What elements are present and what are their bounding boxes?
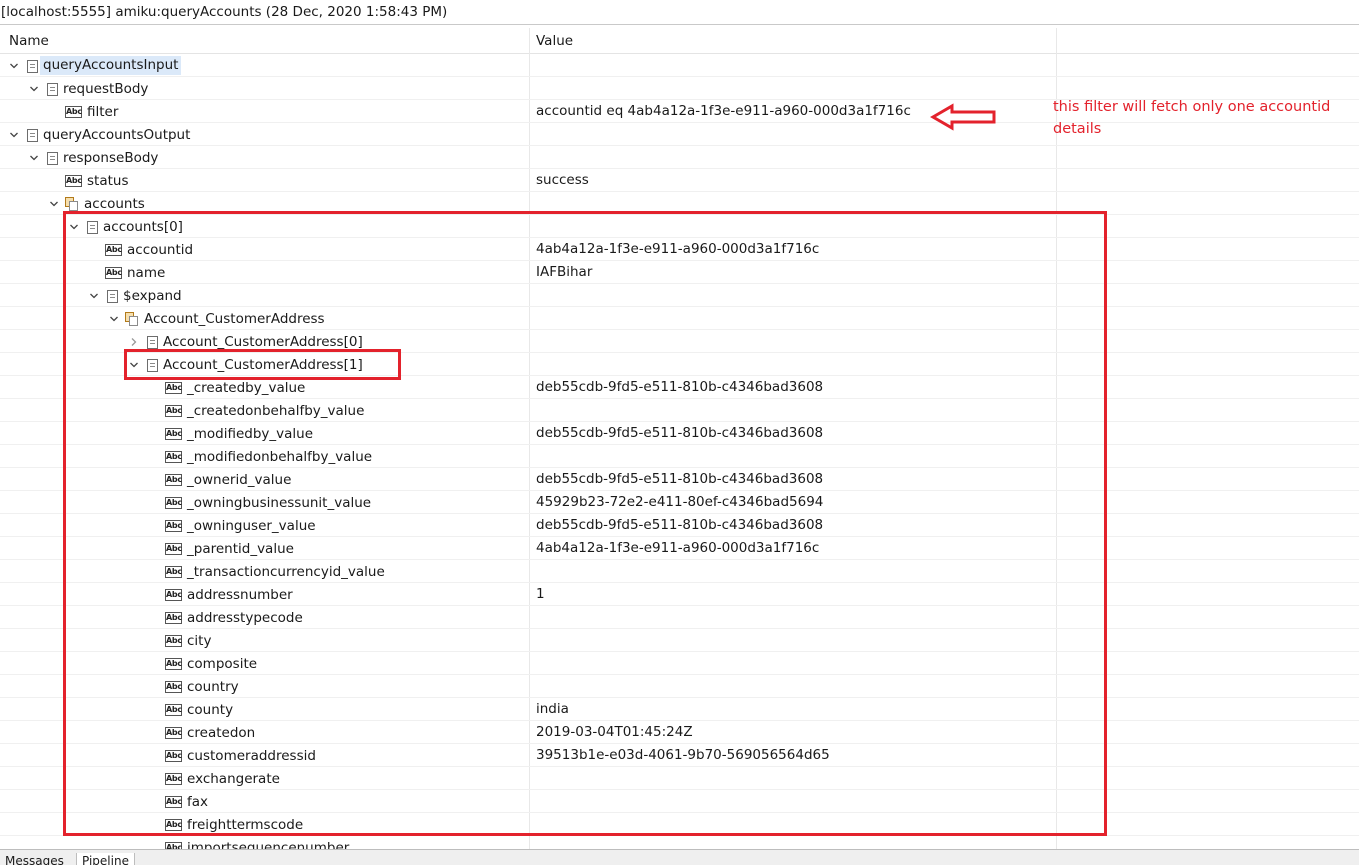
tree-row-name-cell: Abc status [47,169,128,192]
annotation-highlight-box [63,211,1107,836]
tree-row-name-cell: queryAccountsOutput [7,123,190,146]
annotation-arrow-icon [930,103,996,131]
tree-row-value: success [536,172,589,188]
column-header-name[interactable]: Name [9,28,49,54]
column-header-value[interactable]: Value [536,28,573,54]
tree-row-label: requestBody [63,80,149,97]
tree-row[interactable]: queryAccountsInput [0,54,1359,77]
bottom-tab-bar: Messages Pipeline [0,849,1359,865]
string-field-icon: Abc [65,105,82,118]
tree-row[interactable]: Abc status success [0,169,1359,192]
tree-row-name-cell: responseBody [27,146,158,169]
chevron-down-icon[interactable] [47,197,61,211]
tree-row-label: accounts [84,195,145,212]
chevron-down-icon[interactable] [27,82,41,96]
tree-row[interactable]: Abc importsequencenumber [0,836,1359,849]
tab-messages[interactable]: Messages [0,853,69,865]
string-field-icon: Abc [165,841,182,849]
window-title: [localhost:5555] amiku:queryAccounts (28… [0,0,1359,25]
tree-row-label: queryAccountsInput [40,56,182,75]
annotation-note: this filter will fetch only one accounti… [1053,99,1331,137]
tree-row[interactable]: responseBody [0,146,1359,169]
tab-pipeline[interactable]: Pipeline [76,853,135,865]
tree-row-name-cell: Abc importsequencenumber [147,836,349,849]
tree-row-label: filter [87,103,119,120]
tree-row-label: status [87,172,129,189]
tree-row-value: accountid eq 4ab4a12a-1f3e-e911-a960-000… [536,103,911,119]
tree-row-name-cell: requestBody [27,77,148,100]
string-field-icon: Abc [65,174,82,187]
chevron-down-icon[interactable] [7,59,21,73]
annotation-highlight-box-small [124,349,401,380]
chevron-down-icon[interactable] [7,128,21,142]
document-icon [27,128,38,142]
tree-row-label: queryAccountsOutput [43,126,191,143]
document-icon [47,151,58,165]
tree-row-label: importsequencenumber [187,839,350,850]
tree-table-header: Name Value [0,28,1359,54]
document-icon [47,82,58,96]
tree-row-name-cell: queryAccountsInput [7,54,182,77]
chevron-down-icon[interactable] [27,151,41,165]
tree-row-name-cell: Abc filter [47,100,118,123]
document-list-icon [65,196,79,211]
tree-row-label: responseBody [63,149,159,166]
document-icon [27,59,38,73]
